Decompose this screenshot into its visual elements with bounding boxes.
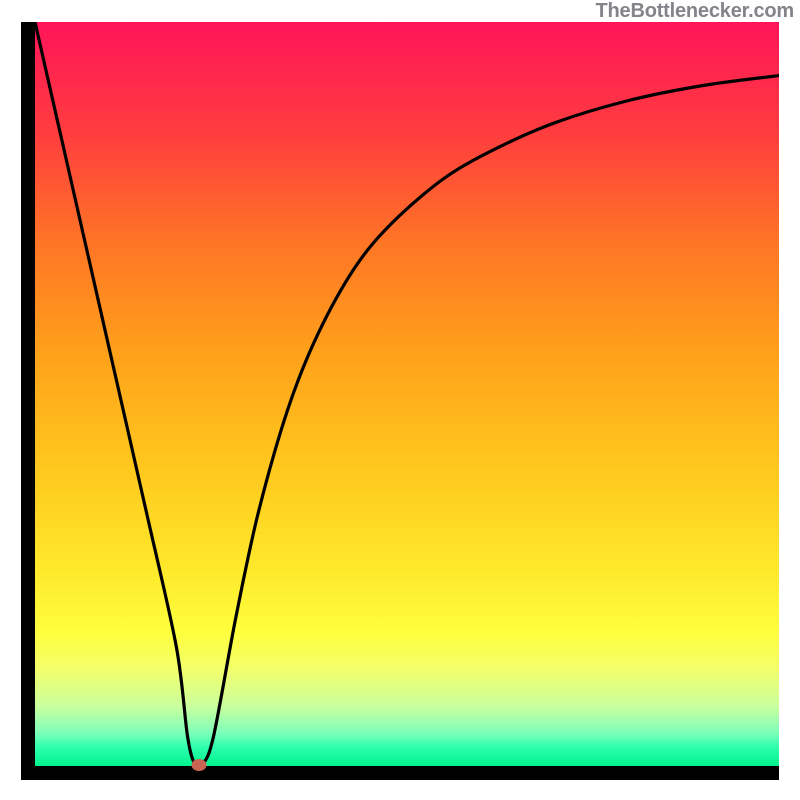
chart-frame bbox=[21, 22, 779, 780]
chart-container: TheBottlenecker.com bbox=[0, 0, 800, 800]
minimum-marker bbox=[191, 759, 206, 771]
curve-svg bbox=[35, 22, 779, 766]
plot-area bbox=[35, 22, 779, 766]
bottleneck-curve-path bbox=[35, 22, 779, 766]
attribution-text: TheBottlenecker.com bbox=[596, 0, 795, 23]
